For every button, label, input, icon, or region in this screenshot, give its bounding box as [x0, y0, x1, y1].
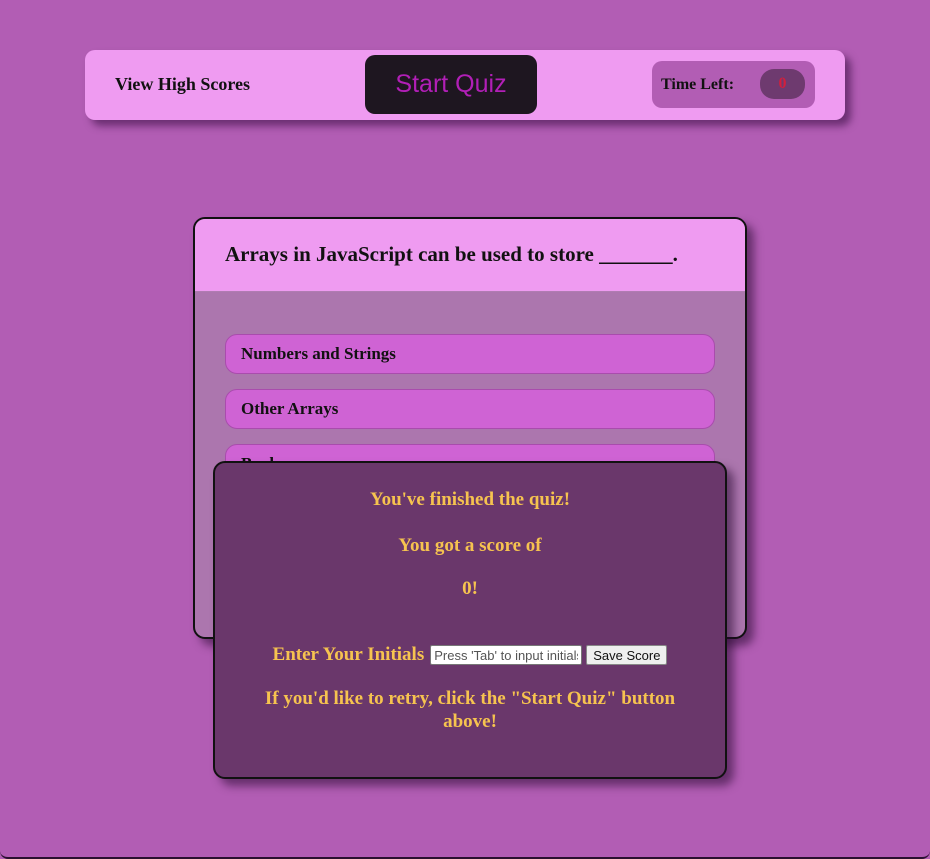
score-intro: You got a score of — [398, 535, 542, 556]
results-modal: You've finished the quiz! You got a scor… — [213, 461, 727, 779]
view-high-scores-link[interactable]: View High Scores — [115, 74, 250, 95]
timer-value: 0 — [760, 69, 805, 99]
question-header: Arrays in JavaScript can be used to stor… — [195, 219, 745, 292]
answer-button-1[interactable]: Numbers and Strings — [225, 334, 715, 374]
score-value: 0! — [462, 578, 478, 599]
initials-label: Enter Your Initials — [272, 644, 425, 665]
initials-row: Enter Your Initials Save Score — [215, 644, 725, 666]
timer-box: Time Left: 0 — [652, 61, 815, 108]
answer-button-2[interactable]: Other Arrays — [225, 389, 715, 429]
save-score-button[interactable]: Save Score — [586, 645, 668, 665]
timer-label: Time Left: — [661, 76, 735, 93]
finished-message: You've finished the quiz! — [369, 489, 571, 510]
question-text: Arrays in JavaScript can be used to stor… — [225, 242, 678, 266]
header-bar: View High Scores Start Quiz Time Left: 0 — [85, 50, 845, 120]
initials-input[interactable] — [430, 645, 583, 665]
start-quiz-button[interactable]: Start Quiz — [365, 55, 537, 114]
retry-message: If you'd like to retry, click the "Start… — [264, 688, 676, 732]
answer-label: Other Arrays — [241, 399, 339, 418]
answer-label: Numbers and Strings — [241, 344, 396, 363]
